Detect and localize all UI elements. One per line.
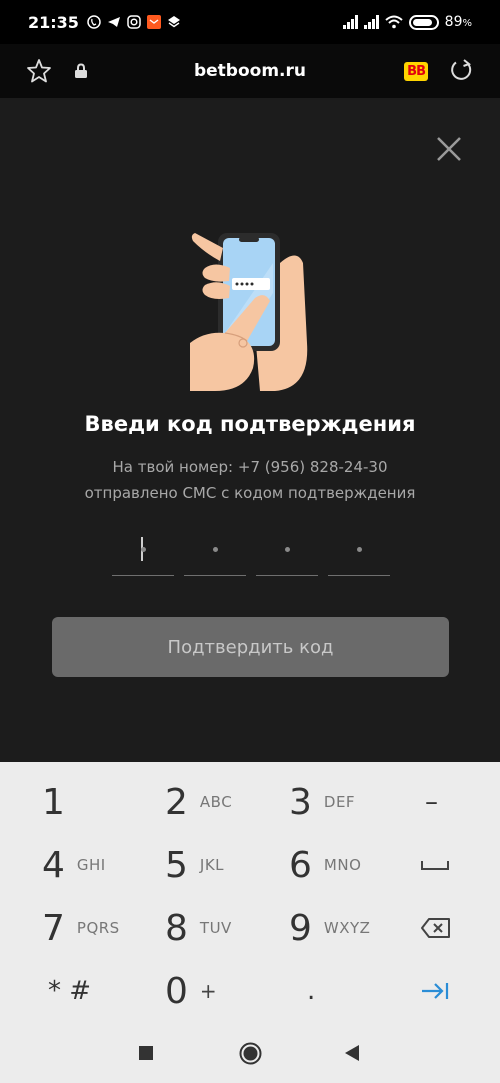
key-0[interactable]: 0 + — [165, 961, 217, 1021]
code-digit-input-4[interactable] — [328, 523, 390, 576]
lock-icon — [75, 63, 87, 78]
key-star-hash[interactable]: * # — [48, 961, 91, 1021]
sms-verification-dialog: Введи код подтверждения На твой номер: +… — [0, 98, 500, 762]
signal-icon-2 — [363, 15, 379, 29]
key-dot[interactable]: . — [307, 961, 315, 1021]
layers-icon — [167, 16, 180, 28]
dialog-title: Введи код подтверждения — [84, 412, 416, 436]
bookmark-star-icon[interactable] — [26, 58, 52, 84]
browser-address-bar: betboom.ru BB — [0, 44, 500, 98]
battery-percent: 89% — [444, 14, 472, 30]
status-bar: 21:35 89% — [0, 0, 500, 44]
key-5[interactable]: 5 JKL — [165, 835, 224, 895]
status-time: 21:35 — [28, 12, 79, 32]
key-minus[interactable]: – — [425, 772, 438, 832]
numeric-keyboard: 1 2 ABC 3 DEF – 4 GHI 5 JKL 6 MNO 7 PQRS 8 TUV … — [0, 762, 500, 1022]
key-1[interactable]: 1 — [42, 772, 65, 832]
code-digit-input-3[interactable] — [256, 523, 318, 576]
home-icon[interactable] — [239, 1042, 262, 1065]
notification-icons — [87, 15, 181, 29]
key-next[interactable] — [420, 961, 450, 1021]
subtitle-sms-line: отправлено СМС с кодом подтверждения — [84, 484, 416, 502]
instagram-icon — [127, 15, 141, 29]
phone-hand-illustration — [190, 233, 308, 391]
system-status: 89% — [342, 14, 472, 30]
key-7[interactable]: 7 PQRS — [42, 898, 120, 958]
site-logo: BB — [404, 61, 428, 81]
key-2[interactable]: 2 ABC — [165, 772, 232, 832]
code-digit-input-1[interactable] — [112, 523, 174, 576]
code-placeholder-dot — [284, 546, 290, 552]
key-4[interactable]: 4 GHI — [42, 835, 106, 895]
space-icon — [421, 861, 449, 870]
signal-icon — [342, 15, 358, 29]
confirm-code-button[interactable]: Подтвердить код — [52, 617, 449, 677]
code-placeholder-dot — [212, 546, 218, 552]
reload-icon[interactable] — [448, 58, 474, 84]
battery-icon — [408, 14, 439, 30]
key-6[interactable]: 6 MNO — [289, 835, 361, 895]
close-icon[interactable] — [434, 134, 464, 164]
code-placeholder-dot — [140, 546, 146, 552]
mail-icon — [146, 15, 161, 29]
key-space[interactable] — [420, 835, 450, 895]
back-icon[interactable] — [344, 1044, 360, 1062]
viber-icon — [87, 15, 101, 29]
dialog-subtitle: На твой номер: +7 (956) 828-24-30 отправ… — [0, 454, 500, 506]
code-digit-input-2[interactable] — [184, 523, 246, 576]
telegram-icon — [107, 17, 120, 27]
recents-icon[interactable] — [138, 1045, 154, 1061]
key-backspace[interactable] — [420, 898, 452, 958]
code-placeholder-dot — [356, 546, 362, 552]
key-8[interactable]: 8 TUV — [165, 898, 232, 958]
backspace-icon — [421, 918, 450, 938]
system-navigation-bar — [0, 1022, 500, 1083]
next-field-icon — [422, 983, 449, 999]
key-9[interactable]: 9 WXYZ — [289, 898, 370, 958]
code-input-group — [112, 523, 390, 576]
subtitle-phone-line: На твой номер: +7 (956) 828-24-30 — [112, 458, 388, 476]
key-3[interactable]: 3 DEF — [289, 772, 355, 832]
wifi-icon — [384, 15, 403, 29]
